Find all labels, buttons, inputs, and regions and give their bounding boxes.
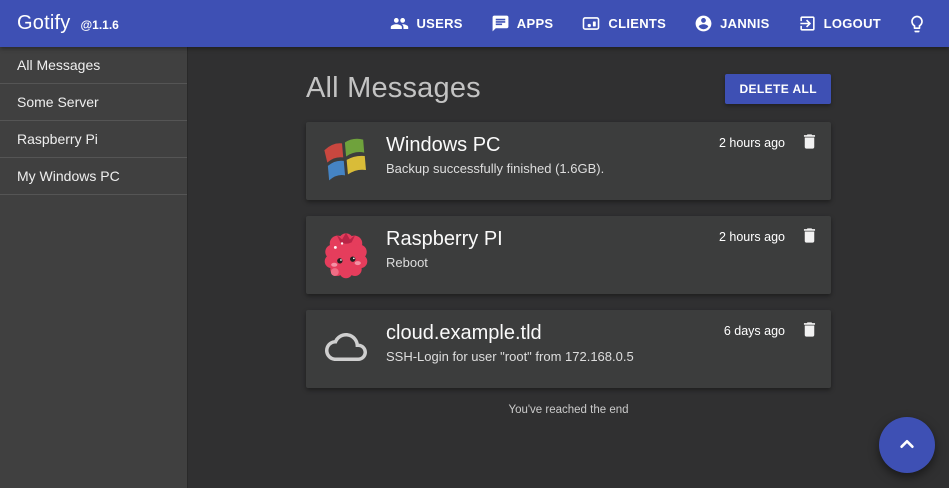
nav-logout-button[interactable]: LOGOUT <box>788 6 891 41</box>
lightbulb-icon <box>907 14 927 34</box>
sidebar-item-label: All Messages <box>17 57 100 73</box>
sidebar-item-raspberry-pi[interactable]: Raspberry Pi <box>0 121 187 157</box>
sidebar: All Messages Some Server Raspberry Pi My… <box>0 47 188 488</box>
delete-message-button[interactable] <box>800 226 819 248</box>
message-title: cloud.example.tld <box>386 321 724 346</box>
delete-message-button[interactable] <box>800 132 819 154</box>
message-timestamp: 6 days ago <box>724 322 785 340</box>
card-body: cloud.example.tld 6 days ago SSH-Login f… <box>386 310 831 388</box>
message-timestamp: 2 hours ago <box>719 228 785 246</box>
nav-users-button[interactable]: USERS <box>380 6 472 41</box>
sidebar-divider <box>0 194 187 195</box>
devices-icon <box>581 14 601 33</box>
message-timestamp: 2 hours ago <box>719 134 785 152</box>
page-title: All Messages <box>306 72 481 105</box>
windows-logo-icon <box>321 133 371 190</box>
card-body: Raspberry PI 2 hours ago Reboot <box>386 216 831 294</box>
chevron-up-icon <box>894 431 920 460</box>
messages-content: All Messages DELETE ALL <box>306 47 831 416</box>
title-row: All Messages DELETE ALL <box>306 72 831 105</box>
scroll-to-top-fab[interactable] <box>879 417 935 473</box>
sidebar-item-label: Some Server <box>17 94 99 110</box>
message-card-cloud-example-tld: cloud.example.tld 6 days ago SSH-Login f… <box>306 310 831 388</box>
nav-users-label: USERS <box>416 16 462 31</box>
end-of-list-text: You've reached the end <box>306 404 831 416</box>
chat-icon <box>491 14 510 33</box>
nav-apps-label: APPS <box>517 16 554 31</box>
delete-message-button[interactable] <box>800 320 819 342</box>
logout-icon <box>798 14 817 33</box>
app-icon-box <box>306 225 386 286</box>
message-text: Reboot <box>386 255 819 270</box>
trash-icon <box>800 132 819 154</box>
cloud-icon <box>320 326 372 373</box>
nav-clients-label: CLIENTS <box>608 16 666 31</box>
sidebar-item-some-server[interactable]: Some Server <box>0 84 187 120</box>
app-icon-box <box>306 326 386 373</box>
brand: Gotify @1.1.6 <box>17 12 119 35</box>
nav-logout-label: LOGOUT <box>824 16 881 31</box>
users-group-icon <box>390 14 409 33</box>
app-version: @1.1.6 <box>80 18 118 32</box>
app-title: Gotify <box>17 12 70 35</box>
sidebar-item-my-windows-pc[interactable]: My Windows PC <box>0 158 187 194</box>
message-title: Raspberry PI <box>386 227 719 252</box>
top-navbar: Gotify @1.1.6 USERS APPS <box>0 0 949 47</box>
message-text: SSH-Login for user "root" from 172.168.0… <box>386 349 819 364</box>
message-card-windows-pc: Windows PC 2 hours ago Backup successful… <box>306 122 831 200</box>
trash-icon <box>800 320 819 342</box>
nav-clients-button[interactable]: CLIENTS <box>571 6 676 41</box>
nav-current-user-button[interactable]: JANNIS <box>684 6 779 41</box>
message-title: Windows PC <box>386 133 719 158</box>
nav-user-label: JANNIS <box>720 16 769 31</box>
app-icon-box <box>306 133 386 190</box>
sidebar-item-all-messages[interactable]: All Messages <box>0 47 187 83</box>
card-body: Windows PC 2 hours ago Backup successful… <box>386 122 831 200</box>
theme-toggle-button[interactable] <box>899 6 935 42</box>
navbar-actions: USERS APPS CLIENTS <box>380 6 935 42</box>
main-area: All Messages DELETE ALL <box>188 47 949 488</box>
nav-apps-button[interactable]: APPS <box>481 6 564 41</box>
gotify-app: Gotify @1.1.6 USERS APPS <box>0 0 949 488</box>
sidebar-item-label: Raspberry Pi <box>17 131 98 147</box>
sidebar-item-label: My Windows PC <box>17 168 120 184</box>
delete-all-button[interactable]: DELETE ALL <box>725 74 831 104</box>
message-card-raspberry-pi: Raspberry PI 2 hours ago Reboot <box>306 216 831 294</box>
body-row: All Messages Some Server Raspberry Pi My… <box>0 47 949 488</box>
message-text: Backup successfully finished (1.6GB). <box>386 161 819 176</box>
raspberry-logo-icon <box>318 225 374 286</box>
account-circle-icon <box>694 14 713 33</box>
trash-icon <box>800 226 819 248</box>
